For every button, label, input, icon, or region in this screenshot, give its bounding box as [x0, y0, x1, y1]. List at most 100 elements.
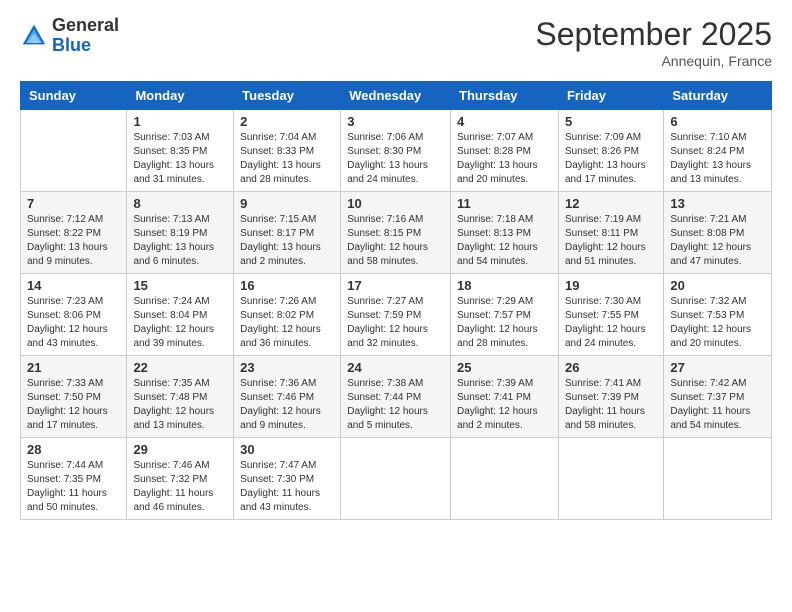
day-number: 11 [457, 196, 552, 211]
calendar-cell: 5 Sunrise: 7:09 AMSunset: 8:26 PMDaylight… [558, 110, 663, 192]
calendar-cell: 9 Sunrise: 7:15 AMSunset: 8:17 PMDaylight… [234, 192, 341, 274]
day-number: 18 [457, 278, 552, 293]
calendar-week-2: 14 Sunrise: 7:23 AMSunset: 8:06 PMDayligh… [21, 274, 772, 356]
calendar-week-3: 21Sunrise: 7:33 AMSunset: 7:50 PMDayligh… [21, 356, 772, 438]
calendar-cell [558, 438, 663, 520]
day-number: 17 [347, 278, 444, 293]
day-info: Sunrise: 7:06 AMSunset: 8:30 PMDaylight:… [347, 131, 444, 187]
day-info: Sunrise: 7:23 AMSunset: 8:06 PMDaylight:… [27, 295, 120, 351]
day-info: Sunrise: 7:41 AMSunset: 7:39 PMDaylight:… [565, 377, 657, 433]
day-number: 2 [240, 114, 334, 129]
subtitle: Annequin, France [535, 53, 772, 69]
calendar-cell: 27 Sunrise: 7:42 AMSunset: 7:37 PMDayligh… [664, 356, 772, 438]
header: General Blue September 2025 Annequin, Fr… [20, 16, 772, 69]
calendar-cell: 26Sunrise: 7:41 AMSunset: 7:39 PMDayligh… [558, 356, 663, 438]
calendar-cell: 16 Sunrise: 7:26 AMSunset: 8:02 PMDayligh… [234, 274, 341, 356]
day-number: 6 [670, 114, 765, 129]
day-info: Sunrise: 7:29 AMSunset: 7:57 PMDaylight:… [457, 295, 552, 351]
calendar-cell: 25 Sunrise: 7:39 AMSunset: 7:41 PMDayligh… [451, 356, 559, 438]
day-info: Sunrise: 7:38 AMSunset: 7:44 PMDaylight:… [347, 377, 444, 433]
day-number: 25 [457, 360, 552, 375]
day-number: 27 [670, 360, 765, 375]
day-number: 13 [670, 196, 765, 211]
day-number: 12 [565, 196, 657, 211]
day-info: Sunrise: 7:26 AMSunset: 8:02 PMDaylight:… [240, 295, 334, 351]
day-info: Sunrise: 7:35 AMSunset: 7:48 PMDaylight:… [133, 377, 227, 433]
day-number: 10 [347, 196, 444, 211]
calendar-cell [451, 438, 559, 520]
day-number: 20 [670, 278, 765, 293]
day-info: Sunrise: 7:42 AMSunset: 7:37 PMDaylight:… [670, 377, 765, 433]
calendar-cell: 23 Sunrise: 7:36 AMSunset: 7:46 PMDayligh… [234, 356, 341, 438]
calendar-cell: 17 Sunrise: 7:27 AMSunset: 7:59 PMDayligh… [341, 274, 451, 356]
day-number: 1 [133, 114, 227, 129]
day-info: Sunrise: 7:18 AMSunset: 8:13 PMDaylight:… [457, 213, 552, 269]
calendar-week-0: 1 Sunrise: 7:03 AMSunset: 8:35 PMDaylight… [21, 110, 772, 192]
day-info: Sunrise: 7:09 AMSunset: 8:26 PMDaylight:… [565, 131, 657, 187]
day-info: Sunrise: 7:12 AMSunset: 8:22 PMDaylight:… [27, 213, 120, 269]
day-header-sunday: Sunday [21, 82, 127, 110]
day-info: Sunrise: 7:21 AMSunset: 8:08 PMDaylight:… [670, 213, 765, 269]
day-info: Sunrise: 7:32 AMSunset: 7:53 PMDaylight:… [670, 295, 765, 351]
logo-line1: General [52, 16, 119, 36]
day-info: Sunrise: 7:39 AMSunset: 7:41 PMDaylight:… [457, 377, 552, 433]
day-info: Sunrise: 7:36 AMSunset: 7:46 PMDaylight:… [240, 377, 334, 433]
day-number: 4 [457, 114, 552, 129]
day-info: Sunrise: 7:24 AMSunset: 8:04 PMDaylight:… [133, 295, 227, 351]
day-number: 15 [133, 278, 227, 293]
day-header-monday: Monday [127, 82, 234, 110]
day-info: Sunrise: 7:19 AMSunset: 8:11 PMDaylight:… [565, 213, 657, 269]
day-info: Sunrise: 7:30 AMSunset: 7:55 PMDaylight:… [565, 295, 657, 351]
day-number: 19 [565, 278, 657, 293]
day-number: 16 [240, 278, 334, 293]
calendar-cell: 15 Sunrise: 7:24 AMSunset: 8:04 PMDayligh… [127, 274, 234, 356]
main-title: September 2025 [535, 16, 772, 53]
day-info: Sunrise: 7:46 AMSunset: 7:32 PMDaylight:… [133, 459, 227, 515]
calendar-cell: 3 Sunrise: 7:06 AMSunset: 8:30 PMDaylight… [341, 110, 451, 192]
calendar-cell: 28Sunrise: 7:44 AMSunset: 7:35 PMDayligh… [21, 438, 127, 520]
day-number: 30 [240, 442, 334, 457]
calendar-cell: 30 Sunrise: 7:47 AMSunset: 7:30 PMDayligh… [234, 438, 341, 520]
day-number: 3 [347, 114, 444, 129]
day-info: Sunrise: 7:15 AMSunset: 8:17 PMDaylight:… [240, 213, 334, 269]
day-number: 14 [27, 278, 120, 293]
calendar-cell [341, 438, 451, 520]
day-number: 7 [27, 196, 120, 211]
day-number: 28 [27, 442, 120, 457]
calendar-cell: 21Sunrise: 7:33 AMSunset: 7:50 PMDayligh… [21, 356, 127, 438]
calendar-week-4: 28Sunrise: 7:44 AMSunset: 7:35 PMDayligh… [21, 438, 772, 520]
calendar-cell [21, 110, 127, 192]
calendar-cell: 11 Sunrise: 7:18 AMSunset: 8:13 PMDayligh… [451, 192, 559, 274]
day-info: Sunrise: 7:27 AMSunset: 7:59 PMDaylight:… [347, 295, 444, 351]
calendar-cell: 7 Sunrise: 7:12 AMSunset: 8:22 PMDaylight… [21, 192, 127, 274]
day-info: Sunrise: 7:03 AMSunset: 8:35 PMDaylight:… [133, 131, 227, 187]
calendar-cell: 8Sunrise: 7:13 AMSunset: 8:19 PMDaylight… [127, 192, 234, 274]
calendar-table: SundayMondayTuesdayWednesdayThursdayFrid… [20, 81, 772, 520]
calendar-cell: 18 Sunrise: 7:29 AMSunset: 7:57 PMDayligh… [451, 274, 559, 356]
logo-icon [20, 22, 48, 50]
calendar-cell: 22 Sunrise: 7:35 AMSunset: 7:48 PMDayligh… [127, 356, 234, 438]
calendar-cell: 4Sunrise: 7:07 AMSunset: 8:28 PMDaylight… [451, 110, 559, 192]
day-header-tuesday: Tuesday [234, 82, 341, 110]
day-number: 23 [240, 360, 334, 375]
day-info: Sunrise: 7:47 AMSunset: 7:30 PMDaylight:… [240, 459, 334, 515]
day-header-wednesday: Wednesday [341, 82, 451, 110]
day-info: Sunrise: 7:13 AMSunset: 8:19 PMDaylight:… [133, 213, 227, 269]
calendar-cell: 1 Sunrise: 7:03 AMSunset: 8:35 PMDaylight… [127, 110, 234, 192]
title-block: September 2025 Annequin, France [535, 16, 772, 69]
day-info: Sunrise: 7:16 AMSunset: 8:15 PMDaylight:… [347, 213, 444, 269]
calendar-cell: 24Sunrise: 7:38 AMSunset: 7:44 PMDayligh… [341, 356, 451, 438]
day-number: 5 [565, 114, 657, 129]
page: General Blue September 2025 Annequin, Fr… [0, 0, 792, 612]
day-number: 29 [133, 442, 227, 457]
day-number: 9 [240, 196, 334, 211]
day-number: 22 [133, 360, 227, 375]
calendar-cell: 6Sunrise: 7:10 AMSunset: 8:24 PMDaylight… [664, 110, 772, 192]
calendar-cell: 10 Sunrise: 7:16 AMSunset: 8:15 PMDayligh… [341, 192, 451, 274]
day-header-thursday: Thursday [451, 82, 559, 110]
calendar-cell: 14 Sunrise: 7:23 AMSunset: 8:06 PMDayligh… [21, 274, 127, 356]
day-header-saturday: Saturday [664, 82, 772, 110]
calendar-cell: 12 Sunrise: 7:19 AMSunset: 8:11 PMDayligh… [558, 192, 663, 274]
calendar-cell: 29 Sunrise: 7:46 AMSunset: 7:32 PMDayligh… [127, 438, 234, 520]
calendar-cell: 19 Sunrise: 7:30 AMSunset: 7:55 PMDayligh… [558, 274, 663, 356]
